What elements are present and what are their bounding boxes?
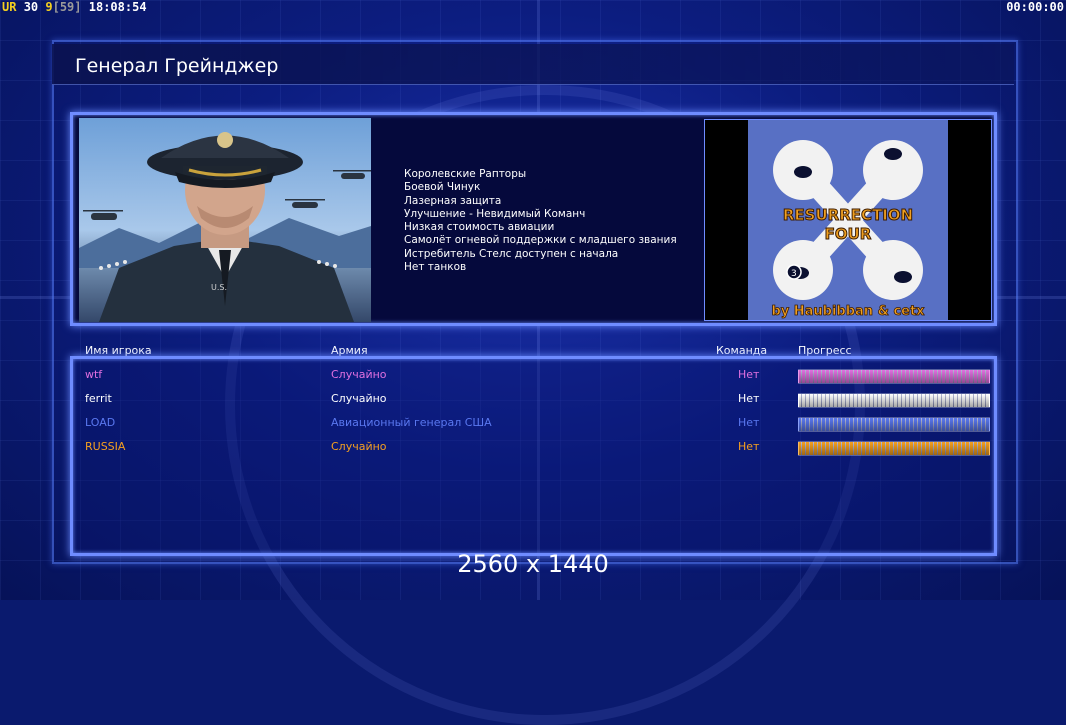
player-row: ferrit Случайно Нет — [0, 390, 1066, 410]
page-title: Генерал Грейнджер — [75, 55, 279, 77]
hud-num2: 9 — [45, 0, 53, 14]
map-badge: 3 — [791, 269, 797, 279]
player-team: Нет — [738, 368, 760, 381]
map-preview: 3 RESURRECTION FOUR by Haubibban & cetx — [704, 119, 992, 321]
perk-item: Улучшение - Невидимый Команч — [404, 207, 586, 220]
perk-item: Истребитель Стелс доступен с начала — [404, 247, 619, 260]
player-progress-bar — [798, 393, 990, 408]
perk-item: Королевские Рапторы — [404, 168, 527, 180]
player-progress-bar — [798, 417, 990, 432]
player-name: wtf — [85, 368, 103, 381]
player-row: LOAD Авиационный генерал США Нет — [0, 414, 1066, 434]
player-army: Случайно — [331, 440, 387, 453]
hud-tag: UR — [2, 0, 17, 14]
hud-timer: 00:00:00 — [1006, 0, 1064, 14]
player-team: Нет — [738, 392, 760, 405]
general-portrait: U.S. — [79, 118, 371, 322]
player-army: Случайно — [331, 368, 387, 381]
perk-item: Низкая стоимость авиации — [404, 221, 555, 234]
general-perks-list: Королевские Рапторы Боевой Чинук Лазерна… — [404, 168, 677, 274]
map-image: 3 RESURRECTION FOUR by Haubibban & cetx — [748, 120, 948, 320]
player-team: Нет — [738, 416, 760, 429]
perk-item: Боевой Чинук — [404, 181, 481, 194]
player-row: RUSSIA Случайно Нет — [0, 438, 1066, 458]
svg-text:U.S.: U.S. — [211, 283, 227, 292]
map-title-line1: RESURRECTION — [783, 206, 913, 224]
player-team: Нет — [738, 440, 760, 453]
perk-item: Самолёт огневой поддержки с младшего зва… — [404, 234, 677, 247]
hud-stats: UR 30 9[59] 18:08:54 — [2, 0, 147, 14]
player-name: ferrit — [85, 392, 112, 405]
resolution-label: 2560 x 1440 — [457, 550, 609, 578]
hud-clock: 18:08:54 — [88, 0, 147, 14]
player-row: wtf Случайно Нет — [0, 366, 1066, 386]
player-army: Случайно — [331, 392, 387, 405]
hud-num1: 30 — [23, 0, 39, 14]
map-title-line2: FOUR — [825, 225, 872, 243]
hud-bracket: [59] — [52, 0, 82, 14]
map-credit: by Haubibban & cetx — [771, 304, 925, 319]
perk-item: Нет танков — [404, 261, 467, 274]
player-name: LOAD — [85, 416, 116, 429]
player-progress-bar — [798, 441, 990, 456]
player-army: Авиационный генерал США — [331, 416, 492, 429]
perk-item: Лазерная защита — [404, 194, 502, 207]
player-name: RUSSIA — [85, 440, 126, 453]
player-progress-bar — [798, 369, 990, 384]
